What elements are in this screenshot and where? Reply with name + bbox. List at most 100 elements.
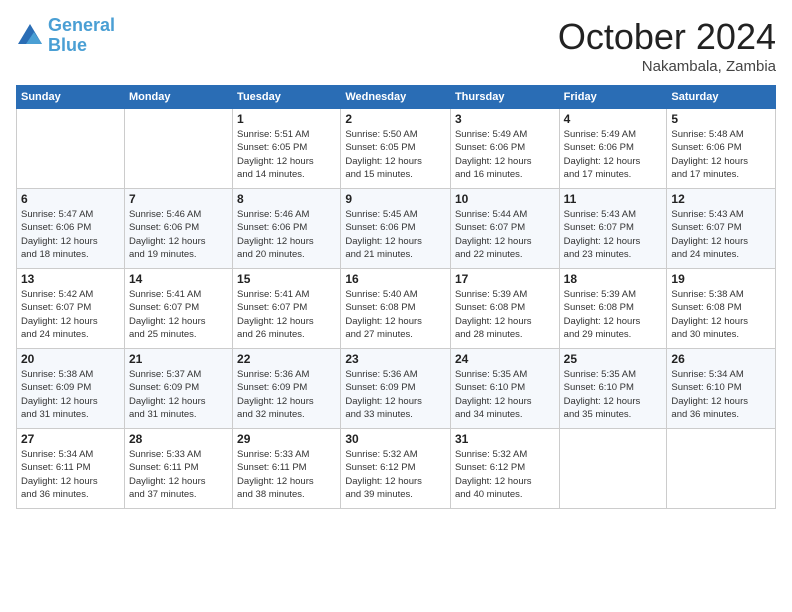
day-info: Sunrise: 5:35 AM Sunset: 6:10 PM Dayligh…	[564, 368, 663, 421]
day-cell: 11 Sunrise: 5:43 AM Sunset: 6:07 PM Dayli…	[559, 189, 667, 269]
logo: General Blue	[16, 16, 115, 56]
day-cell: 25 Sunrise: 5:35 AM Sunset: 6:10 PM Dayli…	[559, 349, 667, 429]
day-info: Sunrise: 5:46 AM Sunset: 6:06 PM Dayligh…	[129, 208, 228, 261]
week-row-4: 20 Sunrise: 5:38 AM Sunset: 6:09 PM Dayli…	[17, 349, 776, 429]
logo-line1: General	[48, 15, 115, 35]
day-number: 30	[345, 432, 446, 446]
day-cell: 13Sunrise: 5:42 AM Sunset: 6:07 PM Dayli…	[17, 269, 125, 349]
day-info: Sunrise: 5:47 AM Sunset: 6:06 PM Dayligh…	[21, 208, 120, 261]
day-number: 10	[455, 192, 555, 206]
day-number: 25	[564, 352, 663, 366]
day-number: 29	[237, 432, 336, 446]
day-number: 23	[345, 352, 446, 366]
day-cell: 15 Sunrise: 5:41 AM Sunset: 6:07 PM Dayli…	[233, 269, 341, 349]
weekday-thursday: Thursday	[450, 86, 559, 109]
header: General Blue October 2024 Nakambala, Zam…	[16, 16, 776, 75]
day-number: 8	[237, 192, 336, 206]
day-info: Sunrise: 5:36 AM Sunset: 6:09 PM Dayligh…	[237, 368, 336, 421]
day-cell: 31Sunrise: 5:32 AM Sunset: 6:12 PM Dayli…	[450, 429, 559, 509]
week-row-5: 27Sunrise: 5:34 AM Sunset: 6:11 PM Dayli…	[17, 429, 776, 509]
day-number: 5	[671, 112, 771, 126]
day-number: 15	[237, 272, 336, 286]
day-cell: 24 Sunrise: 5:35 AM Sunset: 6:10 PM Dayli…	[450, 349, 559, 429]
day-cell: 12 Sunrise: 5:43 AM Sunset: 6:07 PM Dayli…	[667, 189, 776, 269]
day-cell: 30 Sunrise: 5:32 AM Sunset: 6:12 PM Dayli…	[341, 429, 451, 509]
page: General Blue October 2024 Nakambala, Zam…	[0, 0, 792, 612]
day-info: Sunrise: 5:43 AM Sunset: 6:07 PM Dayligh…	[564, 208, 663, 261]
day-cell: 20 Sunrise: 5:38 AM Sunset: 6:09 PM Dayli…	[17, 349, 125, 429]
day-cell: 21 Sunrise: 5:37 AM Sunset: 6:09 PM Dayli…	[124, 349, 232, 429]
day-cell: 6 Sunrise: 5:47 AM Sunset: 6:06 PM Daylig…	[17, 189, 125, 269]
day-number: 3	[455, 112, 555, 126]
logo-line2: Blue	[48, 35, 87, 55]
day-cell: 29 Sunrise: 5:33 AM Sunset: 6:11 PM Dayli…	[233, 429, 341, 509]
day-info: Sunrise: 5:48 AM Sunset: 6:06 PM Dayligh…	[671, 128, 771, 181]
day-number: 2	[345, 112, 446, 126]
weekday-tuesday: Tuesday	[233, 86, 341, 109]
day-number: 27	[21, 432, 120, 446]
day-number: 6	[21, 192, 120, 206]
day-number: 13	[21, 272, 120, 286]
day-number: 14	[129, 272, 228, 286]
day-info: Sunrise: 5:39 AM Sunset: 6:08 PM Dayligh…	[564, 288, 663, 341]
day-number: 12	[671, 192, 771, 206]
day-number: 28	[129, 432, 228, 446]
day-info: Sunrise: 5:32 AM Sunset: 6:12 PM Dayligh…	[345, 448, 446, 501]
day-number: 26	[671, 352, 771, 366]
day-cell: 26 Sunrise: 5:34 AM Sunset: 6:10 PM Dayli…	[667, 349, 776, 429]
week-row-2: 6 Sunrise: 5:47 AM Sunset: 6:06 PM Daylig…	[17, 189, 776, 269]
day-cell: 4 Sunrise: 5:49 AM Sunset: 6:06 PM Daylig…	[559, 109, 667, 189]
day-info: Sunrise: 5:41 AM Sunset: 6:07 PM Dayligh…	[129, 288, 228, 341]
day-number: 17	[455, 272, 555, 286]
day-cell: 9 Sunrise: 5:45 AM Sunset: 6:06 PM Daylig…	[341, 189, 451, 269]
week-row-1: 1 Sunrise: 5:51 AM Sunset: 6:05 PM Daylig…	[17, 109, 776, 189]
day-info: Sunrise: 5:39 AM Sunset: 6:08 PM Dayligh…	[455, 288, 555, 341]
day-number: 21	[129, 352, 228, 366]
day-number: 24	[455, 352, 555, 366]
day-number: 22	[237, 352, 336, 366]
weekday-wednesday: Wednesday	[341, 86, 451, 109]
day-number: 7	[129, 192, 228, 206]
day-cell: 17 Sunrise: 5:39 AM Sunset: 6:08 PM Dayli…	[450, 269, 559, 349]
day-info: Sunrise: 5:43 AM Sunset: 6:07 PM Dayligh…	[671, 208, 771, 261]
day-info: Sunrise: 5:33 AM Sunset: 6:11 PM Dayligh…	[237, 448, 336, 501]
day-info: Sunrise: 5:45 AM Sunset: 6:06 PM Dayligh…	[345, 208, 446, 261]
day-cell	[667, 429, 776, 509]
day-number: 18	[564, 272, 663, 286]
day-info: Sunrise: 5:35 AM Sunset: 6:10 PM Dayligh…	[455, 368, 555, 421]
day-info: Sunrise: 5:38 AM Sunset: 6:08 PM Dayligh…	[671, 288, 771, 341]
title-block: October 2024 Nakambala, Zambia	[558, 16, 776, 75]
day-number: 1	[237, 112, 336, 126]
logo-text: General Blue	[48, 16, 115, 56]
location-subtitle: Nakambala, Zambia	[558, 58, 776, 75]
day-number: 20	[21, 352, 120, 366]
day-info: Sunrise: 5:49 AM Sunset: 6:06 PM Dayligh…	[564, 128, 663, 181]
day-number: 11	[564, 192, 663, 206]
day-info: Sunrise: 5:36 AM Sunset: 6:09 PM Dayligh…	[345, 368, 446, 421]
weekday-saturday: Saturday	[667, 86, 776, 109]
day-cell: 27Sunrise: 5:34 AM Sunset: 6:11 PM Dayli…	[17, 429, 125, 509]
day-cell: 2 Sunrise: 5:50 AM Sunset: 6:05 PM Daylig…	[341, 109, 451, 189]
day-info: Sunrise: 5:38 AM Sunset: 6:09 PM Dayligh…	[21, 368, 120, 421]
day-cell: 16Sunrise: 5:40 AM Sunset: 6:08 PM Dayli…	[341, 269, 451, 349]
day-info: Sunrise: 5:40 AM Sunset: 6:08 PM Dayligh…	[345, 288, 446, 341]
day-info: Sunrise: 5:50 AM Sunset: 6:05 PM Dayligh…	[345, 128, 446, 181]
weekday-monday: Monday	[124, 86, 232, 109]
day-info: Sunrise: 5:41 AM Sunset: 6:07 PM Dayligh…	[237, 288, 336, 341]
day-cell	[124, 109, 232, 189]
day-number: 9	[345, 192, 446, 206]
weekday-header-row: SundayMondayTuesdayWednesdayThursdayFrid…	[17, 86, 776, 109]
day-cell: 22 Sunrise: 5:36 AM Sunset: 6:09 PM Dayli…	[233, 349, 341, 429]
day-cell: 23 Sunrise: 5:36 AM Sunset: 6:09 PM Dayli…	[341, 349, 451, 429]
day-info: Sunrise: 5:34 AM Sunset: 6:10 PM Dayligh…	[671, 368, 771, 421]
day-info: Sunrise: 5:32 AM Sunset: 6:12 PM Dayligh…	[455, 448, 555, 501]
day-cell: 10Sunrise: 5:44 AM Sunset: 6:07 PM Dayli…	[450, 189, 559, 269]
day-info: Sunrise: 5:33 AM Sunset: 6:11 PM Dayligh…	[129, 448, 228, 501]
day-info: Sunrise: 5:51 AM Sunset: 6:05 PM Dayligh…	[237, 128, 336, 181]
day-number: 19	[671, 272, 771, 286]
day-number: 4	[564, 112, 663, 126]
day-cell: 18 Sunrise: 5:39 AM Sunset: 6:08 PM Dayli…	[559, 269, 667, 349]
day-cell: 14 Sunrise: 5:41 AM Sunset: 6:07 PM Dayli…	[124, 269, 232, 349]
day-cell: 5 Sunrise: 5:48 AM Sunset: 6:06 PM Daylig…	[667, 109, 776, 189]
day-info: Sunrise: 5:37 AM Sunset: 6:09 PM Dayligh…	[129, 368, 228, 421]
